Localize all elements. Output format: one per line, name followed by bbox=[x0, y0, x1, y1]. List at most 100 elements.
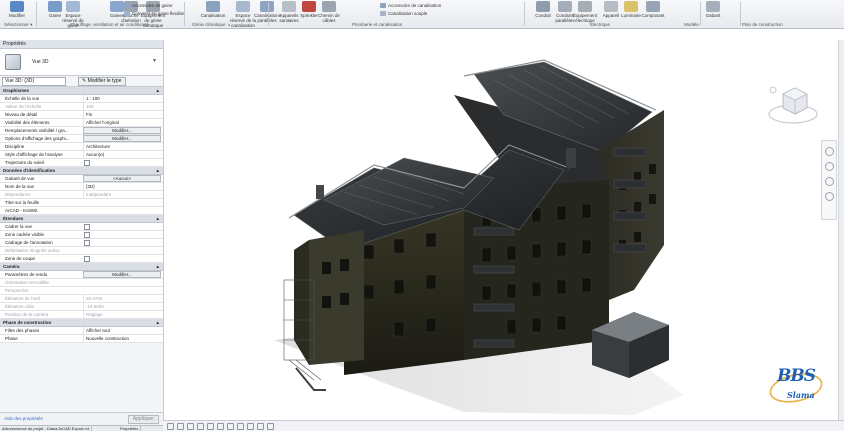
property-row[interactable]: Position de la caméra Réglage bbox=[0, 311, 163, 319]
property-edit-button[interactable]: <Aucun> bbox=[83, 175, 161, 182]
property-category[interactable]: Données d'identification ▲ bbox=[0, 167, 163, 175]
property-row[interactable]: Cadrer la vue bbox=[0, 223, 163, 231]
property-checkbox[interactable] bbox=[84, 232, 90, 238]
panel-work-plane[interactable]: Plan de construction bbox=[742, 21, 783, 28]
scale-icon[interactable] bbox=[167, 423, 174, 430]
property-row[interactable]: Perspective bbox=[0, 287, 163, 295]
property-row[interactable]: Dépendance Indépendant bbox=[0, 191, 163, 199]
panel-electrical[interactable]: Électrique bbox=[590, 21, 610, 28]
collapse-icon[interactable]: ▲ bbox=[156, 167, 160, 174]
property-checkbox[interactable] bbox=[84, 256, 90, 262]
property-row[interactable]: Options d'affichage des graphi... Modifie… bbox=[0, 135, 163, 143]
zoom-icon[interactable] bbox=[824, 177, 834, 186]
property-row[interactable]: Gabarit de vue <Aucun> bbox=[0, 175, 163, 183]
ribbon-button-11[interactable]: Chemin de câbles bbox=[316, 1, 342, 23]
edit-type-button[interactable]: ✎ Modifier le type bbox=[78, 77, 126, 86]
panel-hvac[interactable]: Chauffage, ventilation et air conditionn… bbox=[70, 21, 149, 28]
detail-level-icon[interactable] bbox=[177, 423, 184, 430]
orbit-icon[interactable] bbox=[824, 192, 834, 201]
visual-style-icon[interactable] bbox=[187, 423, 194, 430]
panel-select[interactable]: Sélectionner ▾ bbox=[4, 21, 33, 28]
property-value[interactable]: Fin bbox=[83, 111, 163, 118]
property-row[interactable]: Cadrage de l'annotation bbox=[0, 239, 163, 247]
flex-pipe-button[interactable]: Canalisation souple bbox=[380, 10, 427, 17]
collapse-icon[interactable]: ▲ bbox=[156, 319, 160, 326]
tab-properties[interactable]: Propriétés bbox=[118, 426, 142, 431]
property-row[interactable]: Visibilité des éléments Afficher l'origin… bbox=[0, 119, 163, 127]
property-value[interactable]: Nouvelle construction bbox=[83, 335, 163, 342]
show-crop-icon[interactable] bbox=[237, 423, 244, 430]
property-row[interactable]: Orientation verrouillée bbox=[0, 279, 163, 287]
property-value[interactable]: {3D} bbox=[83, 183, 163, 190]
property-checkbox[interactable] bbox=[84, 240, 90, 246]
instance-filter-select[interactable]: Vue 3D: {3D} bbox=[2, 77, 66, 86]
shadows-icon[interactable] bbox=[207, 423, 214, 430]
property-row[interactable]: Échelle de la vue 1 : 100 bbox=[0, 95, 163, 103]
panel-model[interactable]: Modèle bbox=[684, 21, 699, 28]
property-value[interactable]: Architecture bbox=[83, 143, 163, 150]
property-row[interactable]: Discipline Architecture bbox=[0, 143, 163, 151]
property-row[interactable]: Délimitation éloignée active bbox=[0, 247, 163, 255]
full-navigation-wheel-icon[interactable] bbox=[824, 147, 834, 156]
crop-view-icon[interactable] bbox=[227, 423, 234, 430]
ribbon-button-14[interactable]: Équipement électrique bbox=[572, 1, 598, 23]
electrical-equipment-icon bbox=[578, 1, 592, 12]
ribbon-button-7[interactable]: Espace réservé de la canalisation bbox=[230, 1, 256, 28]
property-row[interactable]: ArCAD - KnitWit bbox=[0, 207, 163, 215]
property-checkbox[interactable] bbox=[84, 224, 90, 230]
property-row[interactable]: Élévation de l'oeil 35.4700 bbox=[0, 295, 163, 303]
3d-view-canvas[interactable]: BBS Slama bbox=[163, 40, 844, 420]
property-row[interactable]: Nom de la vue {3D} bbox=[0, 183, 163, 191]
panel-mechanical[interactable]: Génie climatique ↘ bbox=[192, 21, 231, 28]
reveal-hidden-icon[interactable] bbox=[267, 423, 274, 430]
property-category[interactable]: Caméra ▲ bbox=[0, 263, 163, 271]
property-row[interactable]: Valeur de l'échelle 100 bbox=[0, 103, 163, 111]
duct-accessory-button[interactable]: Accessoire de gaine bbox=[124, 2, 173, 9]
ribbon-button-6[interactable]: Canalisation bbox=[200, 1, 226, 19]
property-checkbox[interactable] bbox=[84, 160, 90, 166]
type-selector[interactable]: Vue 3D ▼ bbox=[0, 49, 163, 76]
ribbon-button-17[interactable]: Composant bbox=[640, 1, 666, 19]
viewcube[interactable] bbox=[765, 78, 821, 134]
properties-help-link[interactable]: Aide des propriétés bbox=[4, 416, 43, 421]
collapse-icon[interactable]: ▲ bbox=[156, 87, 160, 94]
property-row[interactable]: Zone de coupe bbox=[0, 255, 163, 263]
ribbon-button-0[interactable]: Modifier bbox=[4, 1, 30, 19]
collapse-icon[interactable]: ▲ bbox=[156, 215, 160, 222]
temporary-hide-icon[interactable] bbox=[257, 423, 264, 430]
apply-button[interactable]: Appliquer bbox=[127, 415, 159, 424]
property-value[interactable]: Afficher tout bbox=[83, 327, 163, 334]
property-row[interactable]: Style d'affichage de l'analyse Aucun(e) bbox=[0, 151, 163, 159]
property-row[interactable]: Filtre des phases Afficher tout bbox=[0, 327, 163, 335]
property-row[interactable]: Paramètres de rendu Modifier... bbox=[0, 271, 163, 279]
property-row[interactable]: Trajectoire du soleil bbox=[0, 159, 163, 167]
property-row[interactable]: Titre sur la feuille bbox=[0, 199, 163, 207]
property-row[interactable]: Remplacements visibilité / gra... Modifie… bbox=[0, 127, 163, 135]
property-edit-button[interactable]: Modifier... bbox=[83, 135, 161, 142]
rendering-icon[interactable] bbox=[217, 423, 224, 430]
collapse-icon[interactable]: ▲ bbox=[156, 263, 160, 270]
convert-flex-duct-button[interactable]: Convertir en gaine flexible bbox=[124, 10, 184, 17]
ribbon-button-18[interactable]: Gabarit bbox=[700, 1, 726, 19]
pipe-accessory-button[interactable]: Accessoire de canalisation bbox=[380, 2, 441, 9]
ribbon-button-2[interactable]: Espace réservé de gaine bbox=[60, 1, 86, 28]
property-category[interactable]: Étendues ▲ bbox=[0, 215, 163, 223]
property-row[interactable]: Niveau de détail Fin bbox=[0, 111, 163, 119]
property-value[interactable]: 1 : 100 bbox=[83, 95, 163, 102]
property-value[interactable]: Aucun(e) bbox=[83, 151, 163, 158]
property-value[interactable]: Afficher l'original bbox=[83, 119, 163, 126]
property-row[interactable]: Phase Nouvelle construction bbox=[0, 335, 163, 343]
pan-icon[interactable] bbox=[824, 162, 834, 171]
panel-plumbing[interactable]: Plomberie et canalisation bbox=[352, 21, 402, 28]
sun-path-icon[interactable] bbox=[197, 423, 204, 430]
tab-project-browser[interactable]: Arborescence du projet - Diana ArCAD Exp… bbox=[0, 426, 92, 431]
chevron-down-icon[interactable]: ▼ bbox=[152, 58, 159, 65]
vertical-scrollbar[interactable] bbox=[838, 40, 844, 420]
property-row[interactable]: Zone cadrée visible bbox=[0, 231, 163, 239]
property-category[interactable]: Phase de construction ▲ bbox=[0, 319, 163, 327]
property-row[interactable]: Élévation cible -18.5000 bbox=[0, 303, 163, 311]
property-category[interactable]: Graphismes ▲ bbox=[0, 87, 163, 95]
property-edit-button[interactable]: Modifier... bbox=[83, 271, 161, 278]
lock-3d-view-icon[interactable] bbox=[247, 423, 254, 430]
property-edit-button[interactable]: Modifier... bbox=[83, 127, 161, 134]
